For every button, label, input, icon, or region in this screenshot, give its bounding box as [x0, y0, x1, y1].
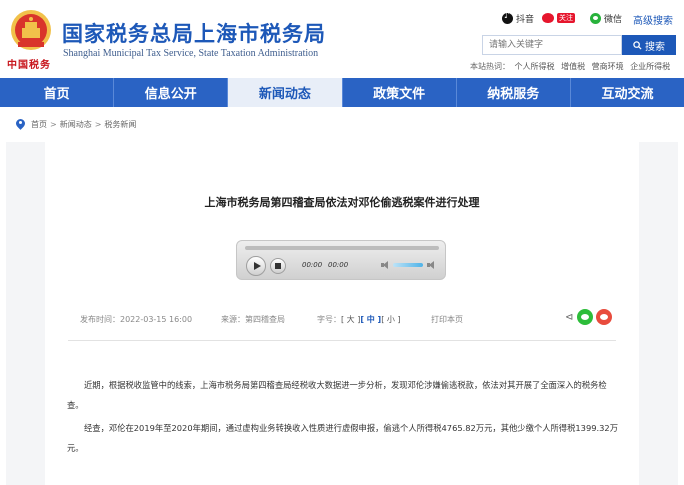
nav-item-interaction[interactable]: 互动交流	[569, 78, 684, 107]
search-icon	[633, 40, 642, 50]
national-emblem-icon	[11, 10, 51, 50]
article-source: 来源：第四稽查局	[221, 315, 285, 324]
weibo-link[interactable]: 关注	[542, 11, 575, 25]
nav-item-tax-service[interactable]: 纳税服务	[455, 78, 570, 107]
volume-down-icon[interactable]	[381, 261, 390, 269]
nav-item-home[interactable]: 首页	[0, 78, 113, 107]
wechat-icon	[590, 12, 601, 24]
hot-word[interactable]: 营商环境	[592, 62, 624, 71]
main-nav: 首页 信息公开 新闻动态 政策文件 纳税服务 互动交流	[0, 78, 684, 107]
breadcrumb-separator: >	[94, 119, 102, 129]
share-icon: ⊲	[565, 311, 574, 323]
hot-word[interactable]: 个人所得税	[515, 62, 555, 71]
print-link[interactable]: 打印本页	[431, 314, 463, 325]
hot-word[interactable]: 企业所得税	[630, 62, 670, 71]
weibo-icon	[542, 13, 554, 23]
font-size-small[interactable]: [ 小 ]	[381, 315, 400, 324]
breadcrumb-home[interactable]: 首页	[31, 119, 47, 130]
search-button[interactable]: 搜索	[622, 35, 676, 55]
douyin-icon	[502, 11, 513, 24]
stop-button[interactable]	[270, 258, 286, 274]
breadcrumb: 首页 > 新闻动态 > 税务新闻	[16, 117, 136, 131]
douyin-link[interactable]: 抖音	[502, 11, 534, 25]
breadcrumb-current[interactable]: 税务新闻	[104, 119, 136, 130]
meta-divider	[68, 340, 616, 341]
emblem-caption: 中国税务	[7, 60, 51, 71]
advanced-search-link[interactable]: 高级搜索	[633, 12, 673, 27]
article-paragraph: 经查，邓伦在2019年至2020年期间，通过虚构业务转换收入性质进行虚假申报，偷…	[67, 423, 618, 453]
play-button[interactable]	[246, 256, 266, 276]
volume-up-icon[interactable]	[427, 261, 436, 269]
volume-slider[interactable]	[393, 263, 423, 267]
font-size-control: 字号：[ 大 ][ 中 ][ 小 ]	[317, 314, 401, 325]
audio-current-time: 00:00	[302, 261, 323, 269]
publish-date: 发布时间：2022-03-15 16:00	[80, 315, 193, 324]
nav-item-info-disclosure[interactable]: 信息公开	[113, 78, 227, 107]
nav-item-news[interactable]: 新闻动态	[227, 78, 342, 107]
article-title: 上海市税务局第四稽查局依法对邓伦偷逃税案件进行处理	[204, 196, 480, 209]
search-input[interactable]	[482, 35, 622, 55]
nav-item-policy[interactable]: 政策文件	[341, 78, 456, 107]
site-header: 中国税务 国家税务总局上海市税务局 Shanghai Municipal Tax…	[0, 0, 684, 78]
share-bar: ⊲	[565, 309, 613, 325]
hot-words: 本站热词： 个人所得税 增值税 营商环境 企业所得税	[470, 61, 674, 72]
share-wechat-icon[interactable]	[577, 309, 594, 325]
audio-progress-bar[interactable]	[245, 246, 439, 250]
breadcrumb-news[interactable]: 新闻动态	[60, 119, 92, 130]
audio-duration: 00:00	[328, 261, 349, 269]
wechat-link[interactable]: 微信	[590, 11, 622, 25]
breadcrumb-separator: >	[50, 119, 57, 129]
site-title[interactable]: 国家税务总局上海市税务局	[62, 18, 326, 48]
article-paragraph: 近期，根据税收监管中的线索，上海市税务局第四稽查局经税收大数据进一步分析，发现邓…	[67, 380, 607, 410]
wechat-label: 微信	[604, 14, 623, 25]
font-size-label: 字号：	[317, 315, 341, 324]
site-subtitle: Shanghai Municipal Tax Service, State Ta…	[63, 48, 319, 59]
hot-word[interactable]: 增值税	[561, 62, 585, 71]
search-button-label: 搜索	[645, 41, 665, 53]
audio-player: 00:00 00:00	[236, 240, 446, 280]
location-pin-icon	[16, 119, 25, 130]
douyin-label: 抖音	[516, 14, 535, 25]
article: 上海市税务局第四稽查局依法对邓伦偷逃税案件进行处理 00:00 00:00 发布…	[45, 142, 639, 485]
hot-words-label: 本站热词：	[470, 62, 510, 71]
weibo-label: 关注	[557, 13, 575, 23]
font-size-medium[interactable]: [ 中 ]	[360, 315, 381, 324]
share-weibo-icon[interactable]	[596, 309, 613, 325]
font-size-large[interactable]: [ 大 ]	[341, 315, 360, 324]
